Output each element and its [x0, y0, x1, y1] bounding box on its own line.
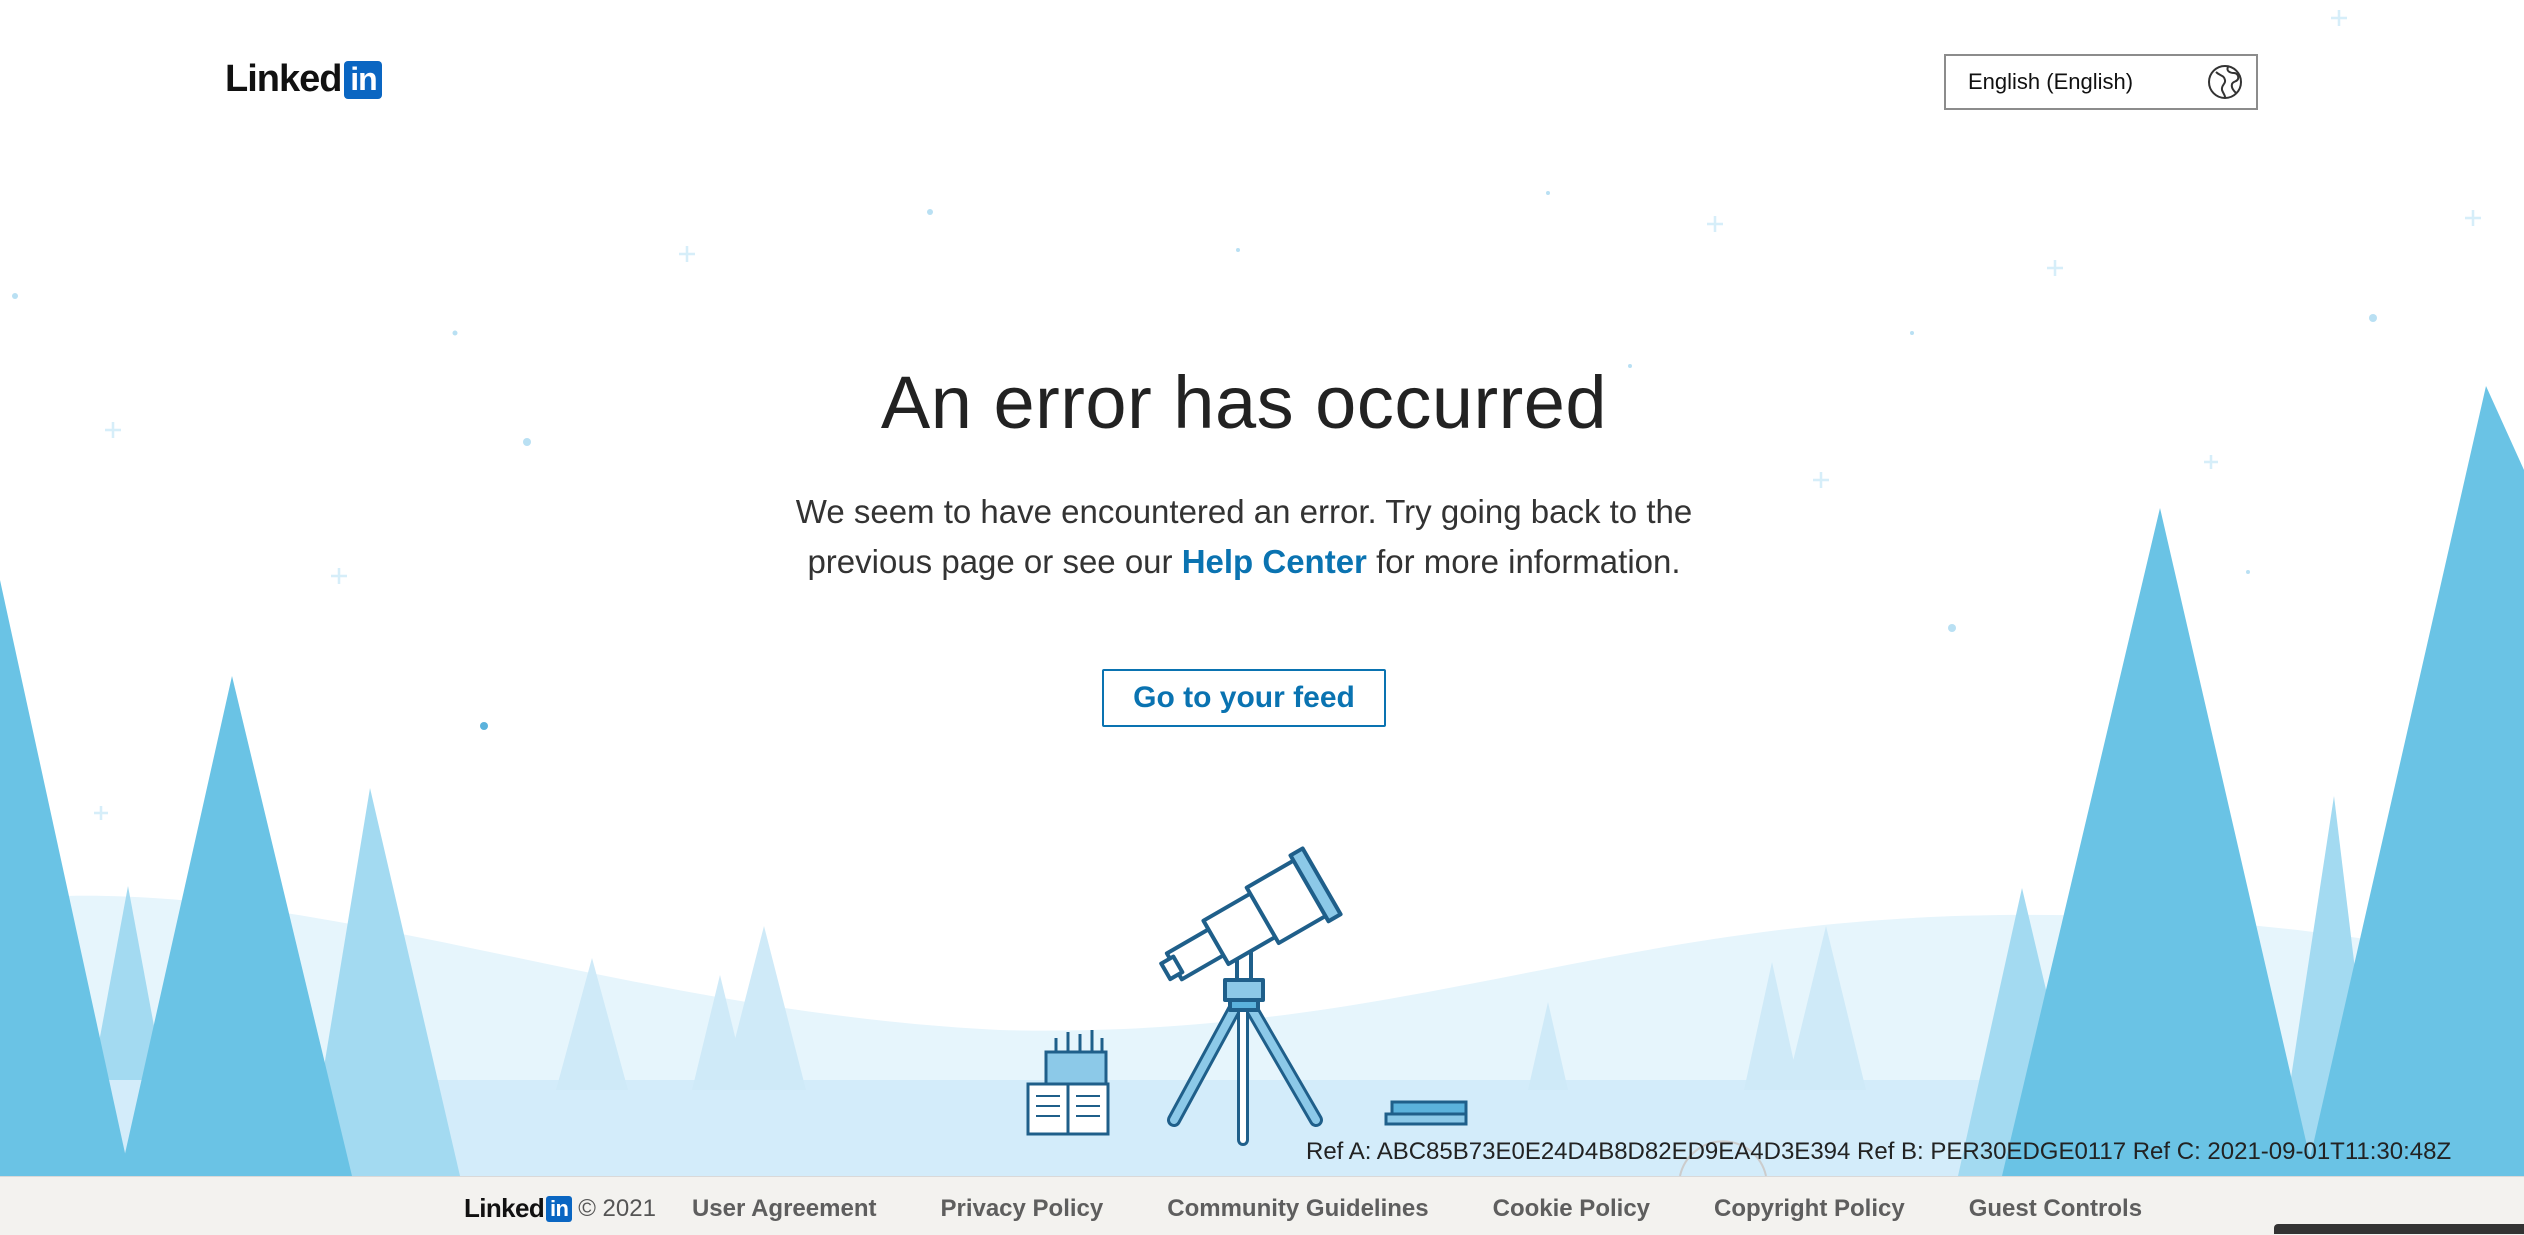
- footer-links: User Agreement Privacy Policy Community …: [692, 1195, 2142, 1223]
- corner-overlay-bar: [2274, 1224, 2524, 1234]
- error-content: An error has occurred We seem to have en…: [0, 360, 2488, 727]
- linkedin-logo[interactable]: Linked in: [225, 58, 383, 101]
- reference-ids: Ref A: ABC85B73E0E24D4B8D82ED9EA4D3E394 …: [1306, 1138, 2452, 1165]
- globe-icon: [2208, 65, 2242, 99]
- footer-linkedin-logo[interactable]: Linked in: [464, 1193, 573, 1224]
- go-to-feed-button[interactable]: Go to your feed: [1102, 669, 1386, 727]
- footer-link-user-agreement[interactable]: User Agreement: [692, 1195, 877, 1223]
- copyright-text: © 2021: [578, 1194, 656, 1222]
- footer: Linked in © 2021 User Agreement Privacy …: [0, 1176, 2524, 1235]
- logo-in-box: in: [344, 60, 383, 99]
- language-selector[interactable]: English (English): [1944, 54, 2258, 110]
- footer-logo-text: Linked: [464, 1193, 545, 1223]
- error-message: We seem to have encountered an error. Tr…: [754, 487, 1734, 587]
- footer-link-cookie-policy[interactable]: Cookie Policy: [1493, 1195, 1650, 1223]
- footer-link-community-guidelines[interactable]: Community Guidelines: [1167, 1195, 1428, 1223]
- footer-link-privacy-policy[interactable]: Privacy Policy: [940, 1195, 1103, 1223]
- logo-text: Linked: [225, 58, 342, 100]
- footer-logo-in-box: in: [546, 1195, 573, 1222]
- language-label: English (English): [1968, 69, 2134, 94]
- books-stack-illustration: [1384, 1100, 1468, 1126]
- footer-link-copyright-policy[interactable]: Copyright Policy: [1714, 1195, 1905, 1223]
- page-title: An error has occurred: [880, 361, 1608, 444]
- message-text-2: for more information.: [1376, 543, 1681, 580]
- help-center-link[interactable]: Help Center: [1182, 543, 1367, 580]
- footer-link-guest-controls[interactable]: Guest Controls: [1969, 1195, 2142, 1223]
